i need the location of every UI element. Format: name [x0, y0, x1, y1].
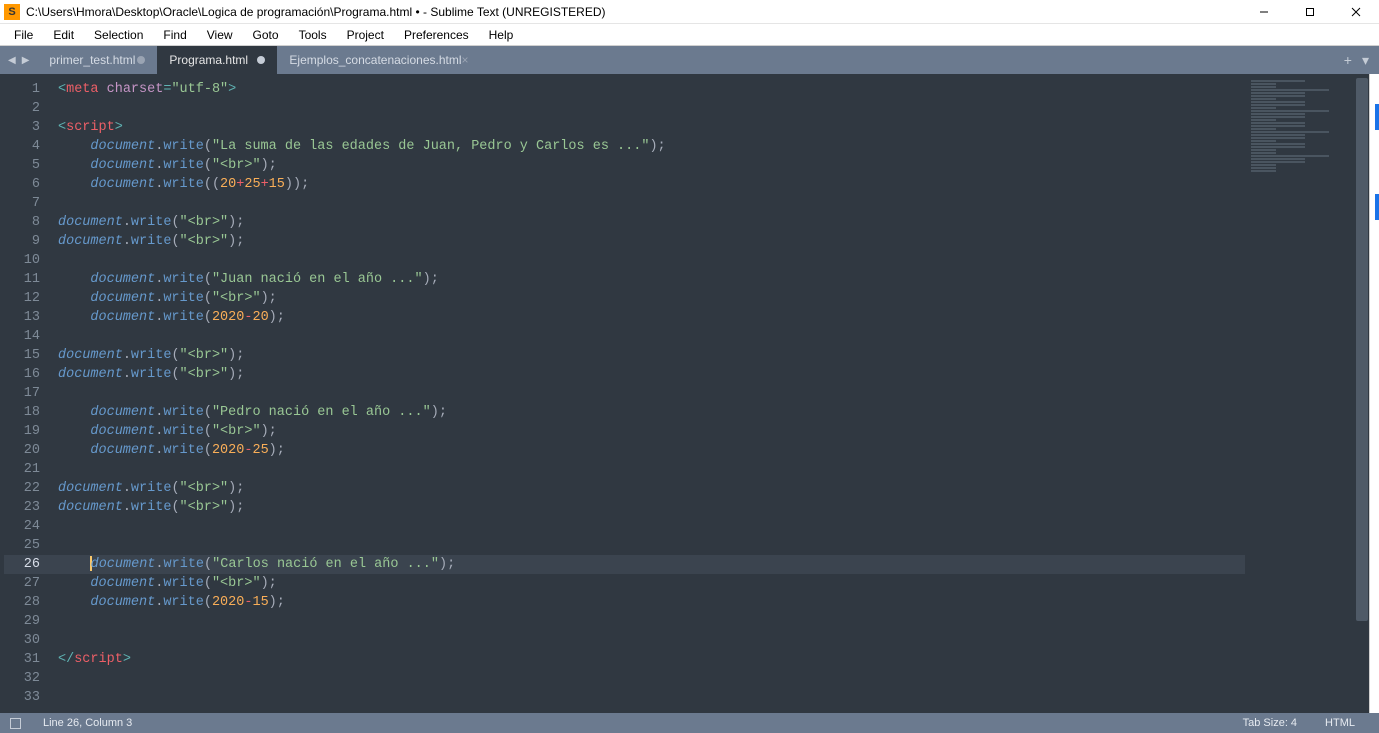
close-button[interactable]: [1333, 0, 1379, 24]
tab-menu-icon[interactable]: ▾: [1362, 52, 1369, 69]
maximize-button[interactable]: [1287, 0, 1333, 24]
new-tab-icon[interactable]: +: [1344, 52, 1352, 68]
menu-preferences[interactable]: Preferences: [394, 26, 479, 44]
menu-find[interactable]: Find: [153, 26, 196, 44]
window-titlebar: S C:\Users\Hmora\Desktop\Oracle\Logica d…: [0, 0, 1379, 24]
tab-nav-forward-icon[interactable]: ▶: [22, 55, 30, 66]
tab-label: primer_test.html: [49, 53, 135, 67]
minimap[interactable]: [1245, 74, 1355, 713]
app-icon: S: [4, 4, 20, 20]
status-syntax[interactable]: HTML: [1311, 717, 1369, 729]
right-edge: [1369, 74, 1379, 713]
menu-selection[interactable]: Selection: [84, 26, 153, 44]
editor: 1234567891011121314151617181920212223242…: [0, 74, 1379, 713]
menu-tools[interactable]: Tools: [289, 26, 337, 44]
window-title: C:\Users\Hmora\Desktop\Oracle\Logica de …: [26, 5, 1241, 19]
tab-label: Ejemplos_concatenaciones.html: [289, 53, 461, 67]
window-controls: [1241, 0, 1379, 23]
menu-view[interactable]: View: [197, 26, 243, 44]
minimize-button[interactable]: [1241, 0, 1287, 24]
dirty-indicator-icon: [137, 56, 145, 64]
menu-edit[interactable]: Edit: [43, 26, 84, 44]
scrollbar-thumb[interactable]: [1356, 78, 1368, 621]
status-bar: Line 26, Column 3 Tab Size: 4 HTML: [0, 713, 1379, 733]
status-tab-size[interactable]: Tab Size: 4: [1229, 717, 1311, 729]
vertical-scrollbar[interactable]: [1355, 74, 1369, 713]
tab-ejemplos[interactable]: Ejemplos_concatenaciones.html ×: [277, 46, 480, 74]
tab-programa[interactable]: Programa.html: [157, 46, 277, 74]
panel-switcher-icon[interactable]: [10, 718, 21, 729]
menu-help[interactable]: Help: [479, 26, 524, 44]
tab-bar: ◀ ▶ primer_test.html Programa.html Ejemp…: [0, 46, 1379, 74]
menu-bar: File Edit Selection Find View Goto Tools…: [0, 24, 1379, 46]
tab-label: Programa.html: [169, 53, 248, 67]
code-area[interactable]: <meta charset="utf-8"><script> document.…: [52, 74, 1245, 713]
menu-project[interactable]: Project: [337, 26, 394, 44]
tab-close-icon[interactable]: ×: [462, 53, 469, 67]
tab-nav-back-icon[interactable]: ◀: [8, 55, 16, 66]
menu-file[interactable]: File: [4, 26, 43, 44]
dirty-indicator-icon: [257, 56, 265, 64]
line-gutter: 1234567891011121314151617181920212223242…: [0, 74, 52, 713]
status-cursor-position[interactable]: Line 26, Column 3: [29, 717, 146, 729]
menu-goto[interactable]: Goto: [243, 26, 289, 44]
tab-primer-test[interactable]: primer_test.html: [37, 46, 157, 74]
